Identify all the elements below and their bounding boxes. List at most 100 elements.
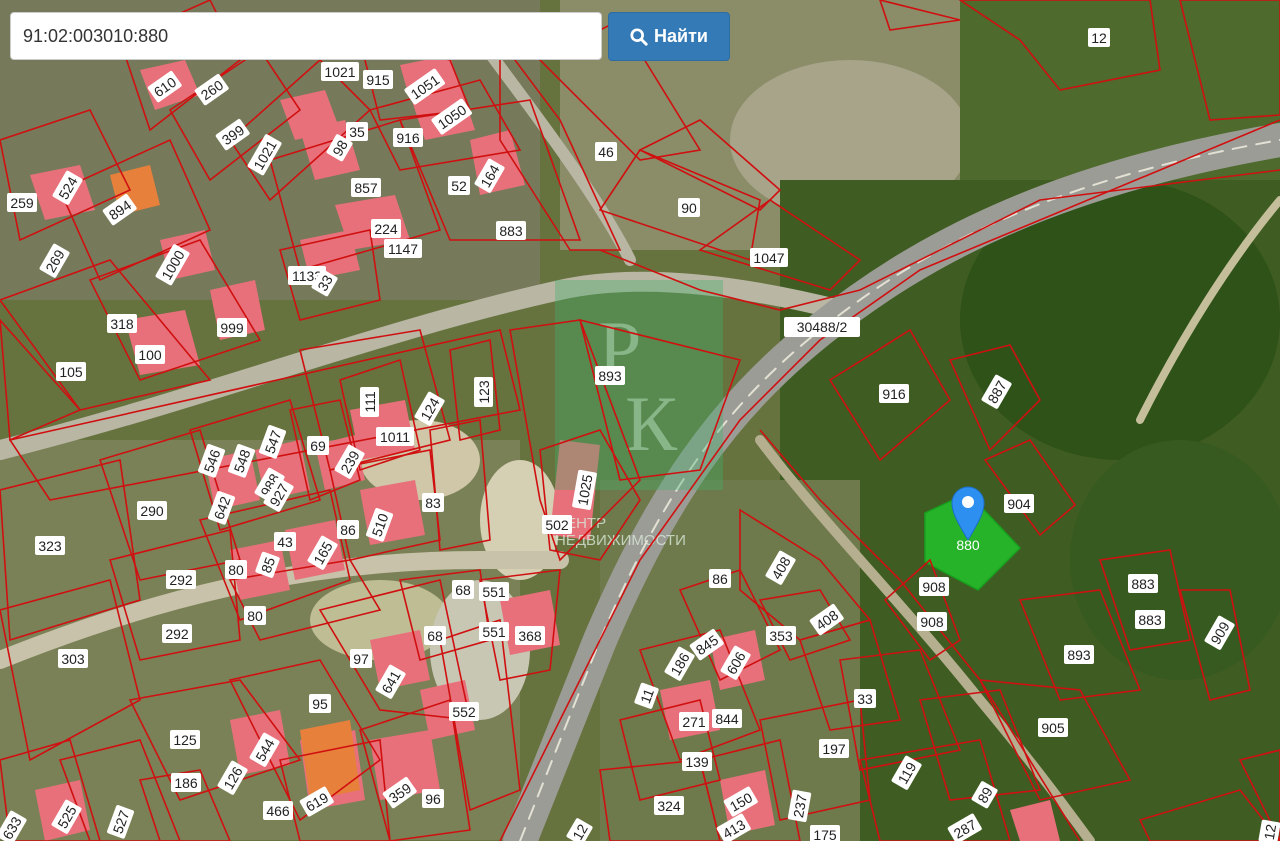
parcel-label[interactable]: 883 (496, 221, 526, 240)
parcel-label[interactable]: 466 (263, 801, 293, 820)
parcel-label[interactable]: 80 (225, 560, 247, 579)
parcel-label[interactable]: 893 (595, 366, 625, 385)
parcel-label[interactable]: 33 (854, 689, 876, 708)
parcel-label[interactable]: 303 (58, 649, 88, 668)
parcel-number: 893 (1067, 647, 1091, 663)
parcel-label[interactable]: 368 (515, 626, 545, 645)
parcel-label[interactable]: 893 (1064, 645, 1094, 664)
parcel-number: 916 (396, 130, 420, 146)
parcel-label[interactable]: 12 (1258, 819, 1280, 841)
parcel-number: 1147 (388, 241, 418, 257)
parcel-label[interactable]: 111 (360, 387, 379, 417)
parcel-label[interactable]: 324 (654, 796, 684, 815)
parcel-number: 123 (476, 380, 492, 404)
parcel-label[interactable]: 1011 (376, 427, 414, 446)
parcel-number: 68 (427, 628, 443, 644)
parcel-label[interactable]: 83 (422, 493, 444, 512)
parcel-number: 844 (715, 711, 739, 727)
parcel-label[interactable]: 502 (542, 515, 572, 534)
parcel-label[interactable]: 105 (56, 362, 86, 381)
parcel-label[interactable]: 175 (810, 825, 840, 841)
parcel-label[interactable]: 46 (595, 142, 617, 161)
parcel-number: 175 (813, 827, 837, 841)
parcel-label[interactable]: 68 (424, 626, 446, 645)
parcel-label[interactable]: 96 (422, 789, 444, 808)
parcel-number: 69 (310, 438, 326, 454)
parcel-label[interactable]: 318 (107, 314, 137, 333)
parcel-number: 80 (228, 562, 244, 578)
parcel-number: 551 (482, 624, 506, 640)
parcel-number: 292 (169, 572, 193, 588)
parcel-number: 105 (59, 364, 83, 380)
parcel-number: 35 (349, 124, 365, 140)
parcel-label[interactable]: 323 (35, 536, 65, 555)
parcel-label[interactable]: 80 (244, 606, 266, 625)
parcel-label[interactable]: 1047 (750, 248, 788, 267)
parcel-label[interactable]: 904 (1004, 494, 1034, 513)
parcel-number: 12 (1091, 30, 1107, 46)
parcel-number: 125 (173, 732, 197, 748)
parcel-label[interactable]: 916 (393, 128, 423, 147)
parcel-label[interactable]: 90 (678, 198, 700, 217)
parcel-label[interactable]: 69 (307, 436, 329, 455)
parcel-label[interactable]: 883 (1128, 574, 1158, 593)
search-icon (630, 27, 648, 46)
cadastral-map[interactable]: Р К ЦЕНТР НЕДВИЖИМОСТИ 610 2601021 915 1… (0, 0, 1280, 841)
parcel-label[interactable]: 100 (135, 345, 165, 364)
parcel-number: 999 (220, 320, 244, 336)
parcel-number: 197 (822, 741, 846, 757)
parcel-label[interactable]: 552 (449, 702, 479, 721)
parcel-label[interactable]: 915 (363, 70, 393, 89)
parcel-label[interactable]: 52 (448, 176, 470, 195)
parcel-label[interactable]: 139 (682, 752, 712, 771)
parcel-label[interactable]: 999 (217, 318, 247, 337)
parcel-label[interactable]: 86 (709, 569, 731, 588)
parcel-label[interactable]: 551 (479, 622, 509, 641)
parcel-number: 186 (174, 775, 198, 791)
parcel-number: 916 (882, 386, 906, 402)
parcel-label[interactable]: 292 (162, 624, 192, 643)
parcel-label[interactable]: 43 (274, 532, 296, 551)
parcel-label[interactable]: 857 (351, 178, 381, 197)
search-bar: Найти (10, 12, 730, 62)
parcel-label[interactable]: 86 (337, 520, 359, 539)
parcel-label[interactable]: 12 (1088, 28, 1110, 47)
parcel-number: 1047 (753, 250, 784, 266)
parcel-label[interactable]: 197 (819, 739, 849, 758)
parcel-number: 12 (1261, 823, 1279, 841)
parcel-label[interactable]: 844 (712, 709, 742, 728)
parcel-label[interactable]: 905 (1038, 718, 1068, 737)
parcel-label[interactable]: 95 (309, 694, 331, 713)
parcel-number: 43 (277, 534, 293, 550)
parcel-label[interactable]: 97 (350, 649, 372, 668)
parcel-number: 1011 (380, 429, 410, 445)
parcel-label[interactable]: 68 (452, 580, 474, 599)
parcel-label[interactable]: 290 (137, 501, 167, 520)
parcel-label[interactable]: 125 (170, 730, 200, 749)
parcel-label[interactable]: 259 (7, 193, 37, 212)
parcel-label[interactable]: 292 (166, 570, 196, 589)
parcel-label[interactable]: 186 (171, 773, 201, 792)
parcel-number: 883 (1138, 612, 1162, 628)
parcel-number: 90 (681, 200, 697, 216)
parcel-label[interactable]: 224 (371, 219, 401, 238)
parcel-label[interactable]: 551 (479, 582, 509, 601)
parcel-number: 353 (769, 628, 793, 644)
cadastral-search-input[interactable] (10, 12, 602, 60)
parcel-number: 224 (374, 221, 398, 237)
parcel-number: 86 (712, 571, 728, 587)
parcel-label[interactable]: 908 (917, 612, 947, 631)
parcel-number: 95 (312, 696, 328, 712)
parcel-label[interactable]: 1147 (384, 239, 422, 258)
parcel-label[interactable]: 883 (1135, 610, 1165, 629)
parcel-label[interactable]: 35 (346, 122, 368, 141)
parcel-label[interactable]: 916 (879, 384, 909, 403)
parcel-label[interactable]: 353 (766, 626, 796, 645)
parcel-label[interactable]: 123 (474, 377, 493, 407)
parcel-label[interactable]: 908 (919, 577, 949, 596)
parcel-label[interactable]: 1021 (321, 62, 359, 81)
parcel-number: 323 (38, 538, 62, 554)
parcel-number: 68 (455, 582, 471, 598)
parcel-label[interactable]: 271 (679, 712, 709, 731)
search-button[interactable]: Найти (608, 12, 730, 61)
